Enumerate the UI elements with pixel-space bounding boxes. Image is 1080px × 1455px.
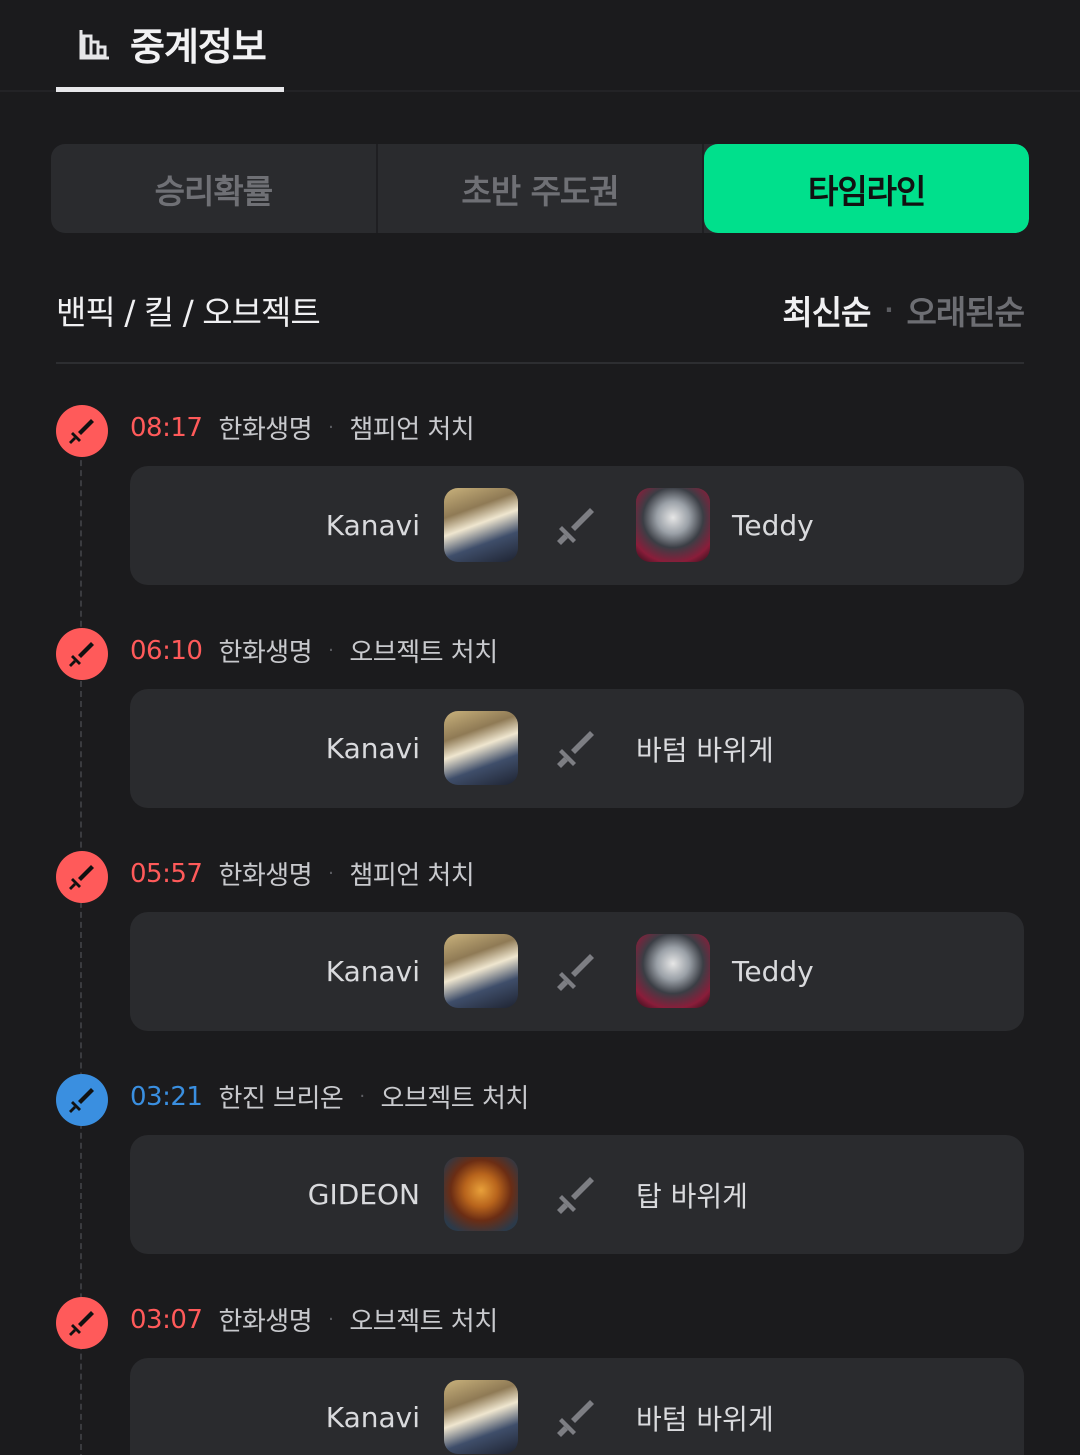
event-team: 한진 브리온: [218, 1084, 344, 1114]
event-team: 한화생명: [218, 638, 313, 668]
event-separator: ·: [359, 1086, 365, 1107]
killer-name: Kanavi: [325, 732, 420, 765]
killer-champion-portrait: [444, 1380, 518, 1454]
sword-icon: [554, 1396, 598, 1440]
victim-name: Teddy: [732, 955, 814, 988]
sort-oldest-button[interactable]: 오래된순: [907, 286, 1025, 334]
segment-early-control[interactable]: 초반 주도권: [378, 144, 705, 233]
event-card[interactable]: Kanavi 바텀 바위게: [130, 1358, 1024, 1455]
victim-champion-portrait: [636, 934, 710, 1008]
sword-icon: [554, 727, 598, 771]
bar-chart-icon: [79, 29, 109, 59]
event-time: 05:57: [130, 858, 203, 889]
event-separator: ·: [328, 640, 334, 661]
event-type: 오브젝트 처치: [349, 1307, 498, 1337]
timeline-section-header: 밴픽 / 킬 / 오브젝트 최신순 · 오래된순: [56, 280, 1025, 364]
victim-champion-portrait: [636, 488, 710, 562]
event-team: 한화생명: [218, 415, 313, 445]
event-meta: 03:07 한화생명 · 오브젝트 처치: [130, 1301, 498, 1338]
timeline-event: 06:10 한화생명 · 오브젝트 처치 Kanavi 바텀 바위게: [56, 628, 1024, 828]
event-card[interactable]: GIDEON 탑 바위게: [130, 1135, 1024, 1254]
timeline-event: 03:07 한화생명 · 오브젝트 처치 Kanavi 바텀 바위게: [56, 1297, 1024, 1455]
killer-champion-portrait: [444, 488, 518, 562]
event-separator: ·: [328, 417, 334, 438]
kill-badge-icon: [56, 628, 108, 680]
kill-badge-icon: [56, 851, 108, 903]
event-type: 챔피언 처치: [349, 861, 475, 891]
victim-name: 바텀 바위게: [636, 733, 774, 767]
event-card[interactable]: Kanavi Teddy: [130, 912, 1024, 1031]
tab-broadcast-info[interactable]: 중계정보: [56, 0, 284, 92]
killer-champion-portrait: [444, 1157, 518, 1231]
event-meta: 05:57 한화생명 · 챔피언 처치: [130, 855, 475, 892]
event-type: 챔피언 처치: [349, 415, 475, 445]
killer-name: Kanavi: [325, 509, 420, 542]
killer-name: Kanavi: [325, 955, 420, 988]
sort-toggle: 최신순 · 오래된순: [782, 286, 1025, 334]
event-team: 한화생명: [218, 1307, 313, 1337]
event-meta: 08:17 한화생명 · 챔피언 처치: [130, 409, 475, 446]
event-type: 오브젝트 처치: [380, 1084, 530, 1114]
section-title: 밴픽 / 킬 / 오브젝트: [56, 293, 321, 332]
event-team: 한화생명: [218, 861, 313, 891]
event-type: 오브젝트 처치: [349, 638, 498, 668]
event-meta: 06:10 한화생명 · 오브젝트 처치: [130, 632, 498, 669]
sword-icon: [554, 1173, 598, 1217]
sort-separator: ·: [884, 296, 893, 324]
event-card[interactable]: Kanavi Teddy: [130, 466, 1024, 585]
killer-champion-portrait: [444, 934, 518, 1008]
killer-champion-portrait: [444, 711, 518, 785]
timeline-event: 03:21 한진 브리온 · 오브젝트 처치 GIDEON 탑 바위게: [56, 1074, 1024, 1274]
event-separator: ·: [328, 1309, 334, 1330]
kill-badge-icon: [56, 1297, 108, 1349]
header-bar: 중계정보: [0, 0, 1080, 92]
event-card[interactable]: Kanavi 바텀 바위게: [130, 689, 1024, 808]
event-time: 06:10: [130, 635, 203, 666]
segment-timeline[interactable]: 타임라인: [704, 144, 1029, 233]
killer-name: Kanavi: [325, 1401, 420, 1434]
victim-name: 탑 바위게: [636, 1179, 748, 1213]
event-time: 03:21: [130, 1081, 203, 1112]
timeline-event: 08:17 한화생명 · 챔피언 처치 Kanavi Teddy: [56, 405, 1024, 605]
event-time: 08:17: [130, 412, 203, 443]
kill-badge-icon: [56, 1074, 108, 1126]
timeline-event: 05:57 한화생명 · 챔피언 처치 Kanavi Teddy: [56, 851, 1024, 1051]
event-meta: 03:21 한진 브리온 · 오브젝트 처치: [130, 1078, 529, 1115]
killer-name: GIDEON: [307, 1178, 420, 1211]
kill-badge-icon: [56, 405, 108, 457]
event-time: 03:07: [130, 1304, 203, 1335]
tab-broadcast-info-label: 중계정보: [130, 25, 267, 69]
sort-newest-button[interactable]: 최신순: [782, 286, 871, 334]
view-segmented-control: 승리확률 초반 주도권 타임라인: [51, 144, 1029, 233]
victim-name: 바텀 바위게: [636, 1402, 774, 1436]
sword-icon: [554, 504, 598, 548]
victim-name: Teddy: [732, 509, 814, 542]
segment-win-probability[interactable]: 승리확률: [51, 144, 378, 233]
event-separator: ·: [328, 863, 334, 884]
sword-icon: [554, 950, 598, 994]
